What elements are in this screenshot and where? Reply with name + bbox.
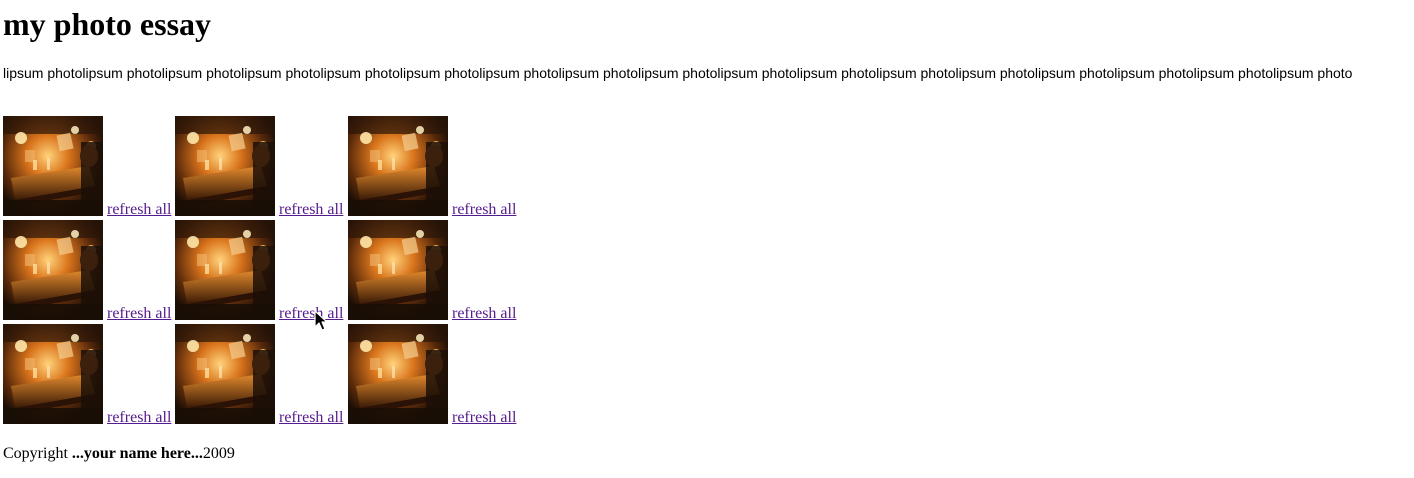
refresh-all-link[interactable]: refresh all <box>279 305 343 323</box>
bar-photo[interactable] <box>348 116 448 216</box>
refresh-all-link[interactable]: refresh all <box>279 409 343 427</box>
bar-photo[interactable] <box>175 220 275 320</box>
copyright-footer: Copyright ...your name here...2009 <box>3 445 235 463</box>
bar-photo[interactable] <box>175 116 275 216</box>
bar-photo[interactable] <box>3 324 103 424</box>
bar-photo[interactable] <box>348 324 448 424</box>
intro-paragraph: lipsum photolipsum photolipsum photolips… <box>3 65 1353 81</box>
bar-photo[interactable] <box>175 324 275 424</box>
refresh-all-link[interactable]: refresh all <box>452 409 516 427</box>
copyright-year: 2009 <box>202 445 235 462</box>
photo-grid: refresh all refresh all refresh all refr… <box>3 116 603 426</box>
refresh-all-link[interactable]: refresh all <box>452 305 516 323</box>
copyright-prefix: Copyright <box>3 445 72 462</box>
copyright-name: ...your name here... <box>71 445 203 462</box>
refresh-all-link[interactable]: refresh all <box>107 201 171 219</box>
bar-photo[interactable] <box>348 220 448 320</box>
refresh-all-link[interactable]: refresh all <box>279 201 343 219</box>
bar-photo[interactable] <box>3 220 103 320</box>
bar-photo[interactable] <box>3 116 103 216</box>
refresh-all-link[interactable]: refresh all <box>452 201 516 219</box>
refresh-all-link[interactable]: refresh all <box>107 409 171 427</box>
refresh-all-link[interactable]: refresh all <box>107 305 171 323</box>
page-title: my photo essay <box>3 6 212 42</box>
